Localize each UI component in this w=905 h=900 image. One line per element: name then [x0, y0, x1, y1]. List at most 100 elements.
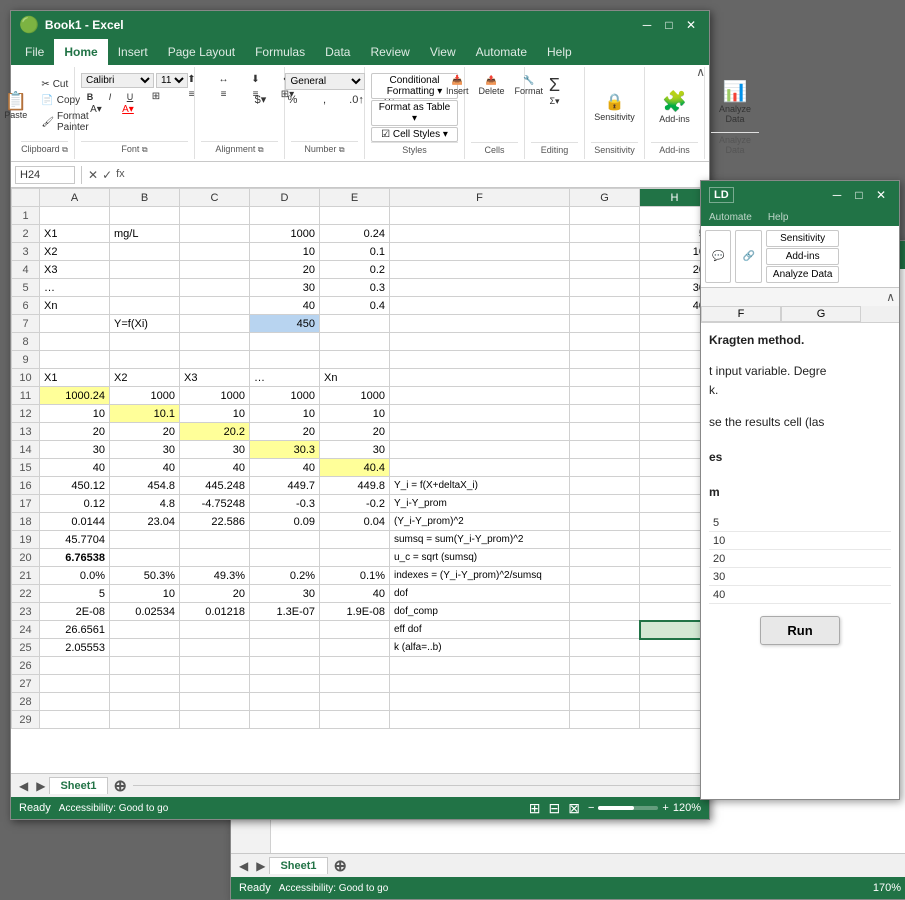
- table-cell[interactable]: [570, 531, 640, 549]
- view-layout-btn[interactable]: ⊟: [549, 800, 561, 817]
- table-cell[interactable]: 49.3%: [180, 567, 250, 585]
- col-header-E[interactable]: E: [320, 189, 390, 207]
- view-pagebreak-btn[interactable]: ⊠: [568, 800, 580, 817]
- tab-formulas[interactable]: Formulas: [245, 39, 315, 65]
- table-cell[interactable]: [180, 297, 250, 315]
- table-cell[interactable]: 20.2: [180, 423, 250, 441]
- table-cell[interactable]: [570, 495, 640, 513]
- italic-btn[interactable]: I: [101, 92, 119, 102]
- table-cell[interactable]: 1000: [250, 225, 320, 243]
- table-cell[interactable]: [180, 315, 250, 333]
- table-cell[interactable]: [390, 207, 570, 225]
- border-btn[interactable]: ⊞: [141, 91, 171, 102]
- table-cell[interactable]: 1000.24: [40, 387, 110, 405]
- table-cell[interactable]: 449.8: [320, 477, 390, 495]
- table-cell[interactable]: 6.76538: [40, 549, 110, 567]
- table-cell[interactable]: 5: [640, 225, 710, 243]
- percent-btn[interactable]: %: [278, 93, 308, 107]
- bold-btn[interactable]: B: [81, 92, 99, 102]
- col-header-B[interactable]: B: [110, 189, 180, 207]
- table-cell[interactable]: [570, 351, 640, 369]
- sheet-tab-sheet1[interactable]: Sheet1: [49, 777, 107, 794]
- table-cell[interactable]: [640, 387, 710, 405]
- table-cell[interactable]: 1000: [180, 387, 250, 405]
- table-cell[interactable]: [570, 657, 640, 675]
- table-cell[interactable]: …: [250, 369, 320, 387]
- sp-minimize-btn[interactable]: ─: [827, 185, 847, 205]
- table-cell[interactable]: [640, 675, 710, 693]
- table-cell[interactable]: [640, 657, 710, 675]
- table-cell[interactable]: [640, 639, 710, 657]
- table-cell[interactable]: [640, 603, 710, 621]
- table-cell[interactable]: 40: [640, 297, 710, 315]
- table-cell[interactable]: [390, 243, 570, 261]
- table-cell[interactable]: 1000: [250, 387, 320, 405]
- table-cell[interactable]: [320, 315, 390, 333]
- table-cell[interactable]: [110, 297, 180, 315]
- sp-tab-help[interactable]: Help: [760, 209, 797, 226]
- table-cell[interactable]: [570, 621, 640, 639]
- table-cell[interactable]: [640, 405, 710, 423]
- table-cell[interactable]: [110, 279, 180, 297]
- table-cell[interactable]: [390, 315, 570, 333]
- number-format-select[interactable]: General: [285, 73, 365, 90]
- table-cell[interactable]: [570, 567, 640, 585]
- table-cell[interactable]: [390, 261, 570, 279]
- insert-function-icon[interactable]: fx: [116, 168, 125, 182]
- table-cell[interactable]: 10: [40, 405, 110, 423]
- col-header-A[interactable]: A: [40, 189, 110, 207]
- sp-addins-btn[interactable]: Add-ins: [766, 248, 839, 265]
- table-cell[interactable]: dof: [390, 585, 570, 603]
- table-cell[interactable]: [390, 387, 570, 405]
- table-cell[interactable]: 10: [250, 405, 320, 423]
- table-cell[interactable]: [640, 531, 710, 549]
- table-cell[interactable]: eff dof: [390, 621, 570, 639]
- table-cell[interactable]: [390, 405, 570, 423]
- table-cell[interactable]: [320, 711, 390, 729]
- table-cell[interactable]: 0.24: [320, 225, 390, 243]
- cell-reference-input[interactable]: [15, 166, 75, 184]
- view-normal-btn[interactable]: ⊞: [529, 800, 541, 817]
- table-cell[interactable]: 450.12: [40, 477, 110, 495]
- col-header-G[interactable]: G: [570, 189, 640, 207]
- table-cell[interactable]: -0.2: [320, 495, 390, 513]
- bg-sheet-tab-sheet1[interactable]: Sheet1: [269, 857, 327, 874]
- table-cell[interactable]: [390, 351, 570, 369]
- table-cell[interactable]: 40: [320, 585, 390, 603]
- table-cell[interactable]: 30: [180, 441, 250, 459]
- sp-collapse-arrow[interactable]: ∧: [701, 288, 899, 306]
- table-cell[interactable]: [640, 315, 710, 333]
- table-cell[interactable]: u_c = sqrt (sumsq): [390, 549, 570, 567]
- table-cell[interactable]: 40: [110, 459, 180, 477]
- table-cell[interactable]: [40, 333, 110, 351]
- table-cell[interactable]: 50.3%: [110, 567, 180, 585]
- table-cell[interactable]: 0.02534: [110, 603, 180, 621]
- table-cell[interactable]: 1000: [320, 387, 390, 405]
- table-cell[interactable]: 5: [40, 585, 110, 603]
- table-cell[interactable]: [250, 675, 320, 693]
- table-cell[interactable]: [320, 207, 390, 225]
- table-cell[interactable]: [250, 531, 320, 549]
- table-cell[interactable]: 0.09: [250, 513, 320, 531]
- table-cell[interactable]: [180, 693, 250, 711]
- table-cell[interactable]: 0.1: [320, 243, 390, 261]
- table-cell[interactable]: 30: [110, 441, 180, 459]
- table-cell[interactable]: [180, 639, 250, 657]
- align-top-btn[interactable]: ⬆: [177, 73, 207, 86]
- table-cell[interactable]: [250, 207, 320, 225]
- table-cell[interactable]: 0.04: [320, 513, 390, 531]
- table-cell[interactable]: [570, 441, 640, 459]
- table-cell[interactable]: [40, 315, 110, 333]
- table-cell[interactable]: [390, 369, 570, 387]
- table-cell[interactable]: 20: [40, 423, 110, 441]
- table-cell[interactable]: 40: [180, 459, 250, 477]
- table-cell[interactable]: [570, 513, 640, 531]
- table-cell[interactable]: 20: [180, 585, 250, 603]
- table-cell[interactable]: mg/L: [110, 225, 180, 243]
- col-header-H[interactable]: H: [640, 189, 710, 207]
- table-cell[interactable]: 45.7704: [40, 531, 110, 549]
- table-cell[interactable]: 10: [110, 585, 180, 603]
- table-cell[interactable]: [250, 657, 320, 675]
- table-cell[interactable]: [110, 711, 180, 729]
- table-cell[interactable]: [390, 279, 570, 297]
